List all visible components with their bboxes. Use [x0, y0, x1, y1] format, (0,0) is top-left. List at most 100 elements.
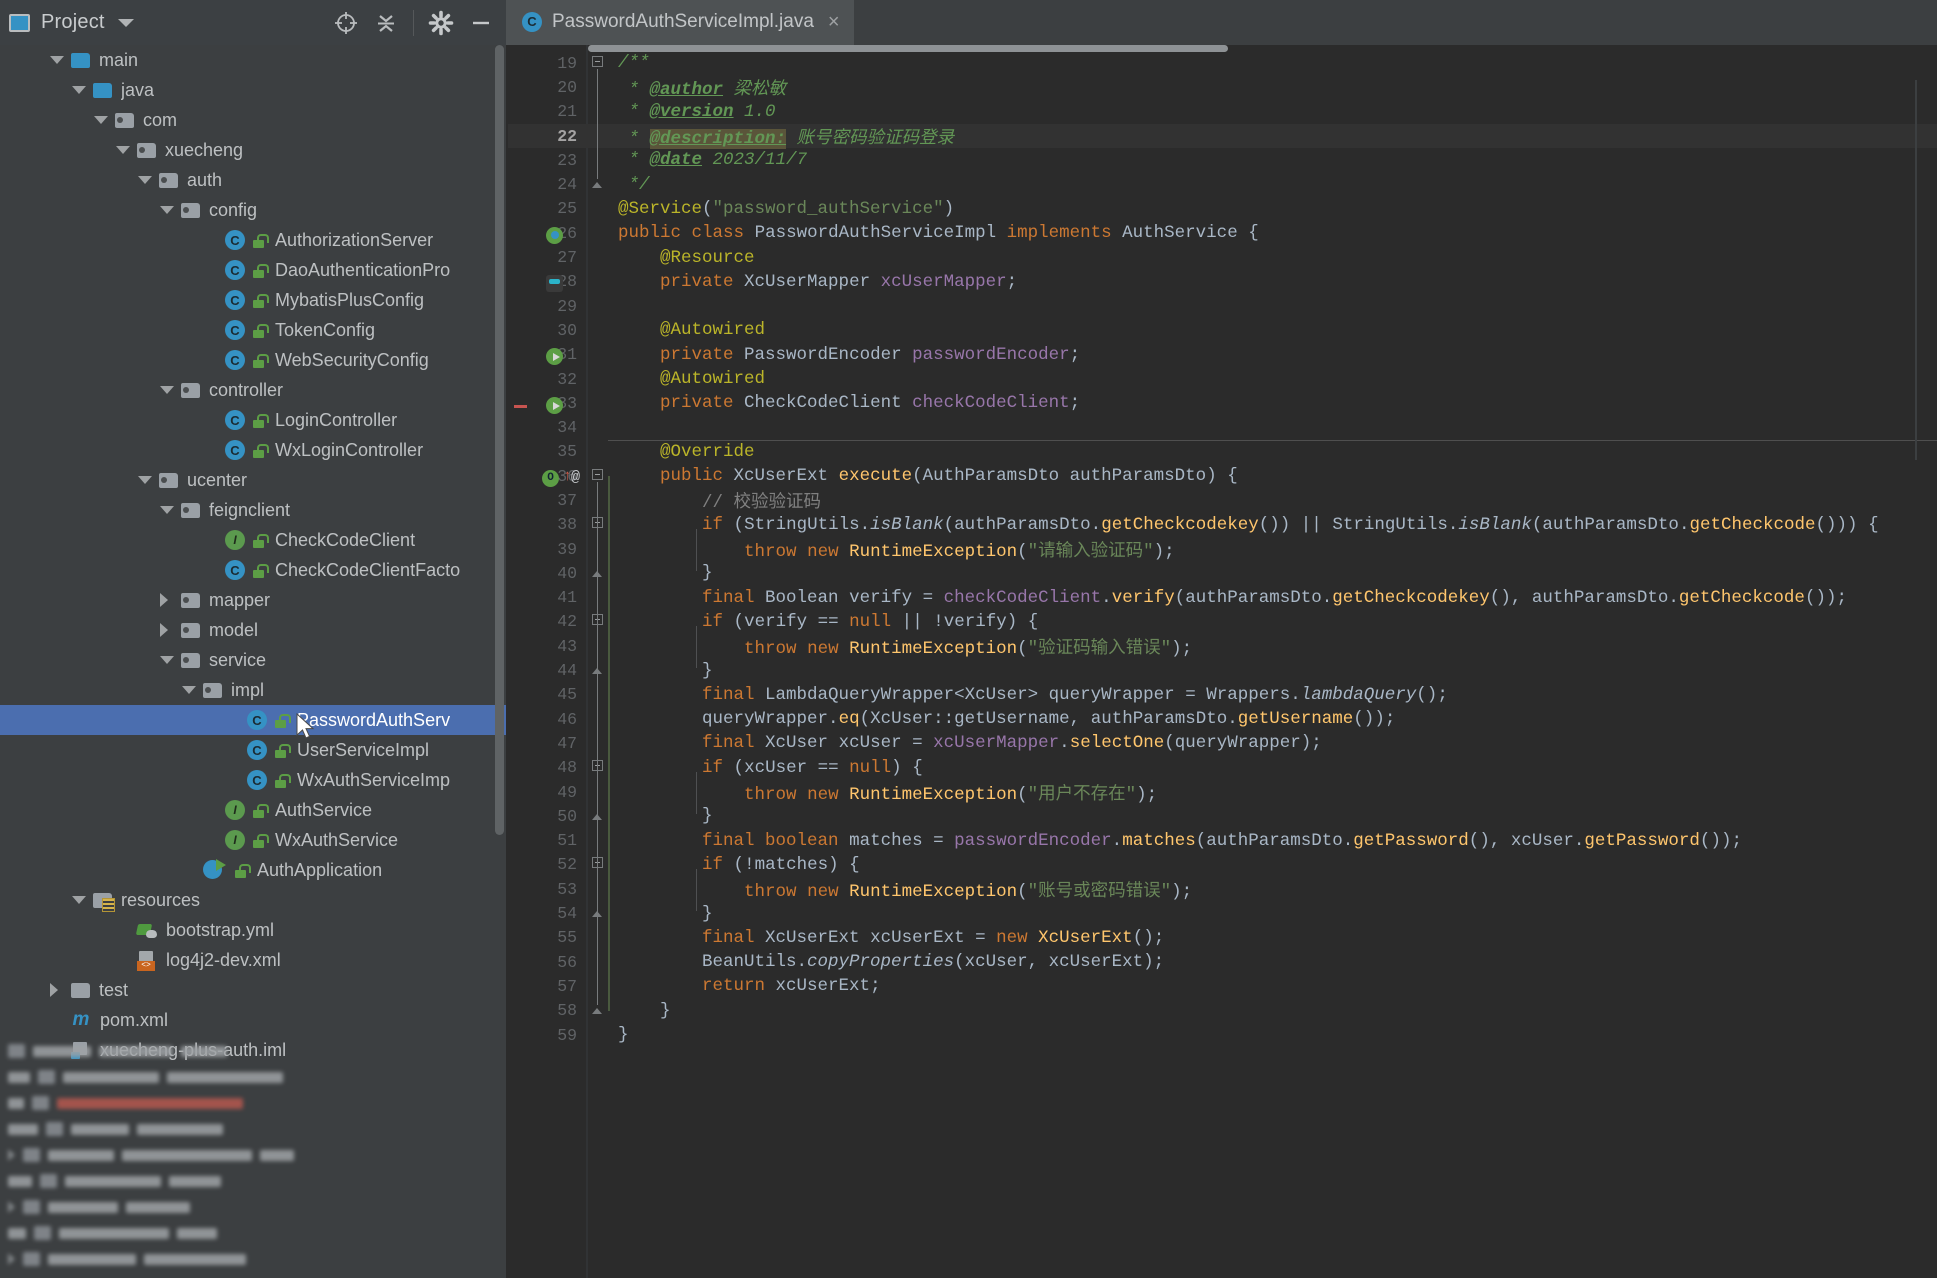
code-line-25[interactable]: 25 @Service("password_authService") — [508, 197, 1937, 221]
annotation-gutter-icon[interactable]: @ — [571, 469, 580, 486]
tree-row-pwdauth[interactable]: C PasswordAuthServ — [0, 705, 506, 735]
chevron-down-icon[interactable] — [160, 656, 174, 664]
tree-row-feignclient[interactable]: feignclient — [0, 495, 506, 525]
spring-bean-icon[interactable] — [546, 226, 563, 244]
tree-row-log4j2[interactable]: log4j2-dev.xml — [0, 945, 506, 975]
code-line-39[interactable]: 39 throw new RuntimeException("请输入验证码"); — [508, 537, 1937, 562]
chevron-down-icon[interactable] — [94, 116, 108, 124]
code-line-33[interactable]: 33 private CheckCodeClient checkCodeClie… — [508, 391, 1937, 415]
chevron-right-icon[interactable] — [160, 593, 168, 607]
fold-collapse-icon[interactable] — [591, 468, 603, 480]
tree-row-userimpl[interactable]: C UserServiceImpl — [0, 735, 506, 765]
tree-row-mybatis[interactable]: C MybatisPlusConfig — [0, 285, 506, 315]
chevron-down-icon[interactable] — [138, 176, 152, 184]
project-toolwindow-header[interactable]: Project — [0, 0, 506, 45]
editor-tab[interactable]: C PasswordAuthServiceImpl.java × — [506, 0, 854, 45]
fold-collapse-icon[interactable] — [591, 55, 603, 67]
code-line-36[interactable]: 36 ↑ @ O public XcUserExt execute(AuthParam… — [508, 464, 1937, 488]
code-line-57[interactable]: 57 return xcUserExt; — [508, 974, 1937, 998]
code-line-32[interactable]: 32 @Autowired — [508, 367, 1937, 391]
gear-icon[interactable] — [421, 3, 461, 43]
tree-row-wxlogincon[interactable]: C WxLoginController — [0, 435, 506, 465]
tree-row-authapp[interactable]: AuthApplication — [0, 855, 506, 885]
tree-row-auth[interactable]: auth — [0, 165, 506, 195]
code-line-20[interactable]: 20 * @author 梁松敏 — [508, 75, 1937, 100]
collapse-all-icon[interactable] — [366, 3, 406, 43]
tree-row-controller[interactable]: controller — [0, 375, 506, 405]
code-line-43[interactable]: 43 throw new RuntimeException("验证码输入错误")… — [508, 634, 1937, 659]
chevron-down-icon[interactable] — [160, 206, 174, 214]
tree-row-bootstrap[interactable]: bootstrap.yml — [0, 915, 506, 945]
tree-row-authservice[interactable]: I AuthService — [0, 795, 506, 825]
tree-row-main[interactable]: main — [0, 45, 506, 75]
code-folding-marker[interactable] — [586, 177, 608, 192]
chevron-right-icon[interactable] — [160, 623, 168, 637]
code-line-29[interactable]: 29 — [508, 294, 1937, 318]
tree-row-service[interactable]: service — [0, 645, 506, 675]
chevron-down-icon[interactable] — [160, 386, 174, 394]
code-line-47[interactable]: 47 final XcUser xcUser = xcUserMapper.se… — [508, 731, 1937, 755]
tree-vertical-scrollbar[interactable] — [495, 45, 504, 835]
tree-row-impl[interactable]: impl — [0, 675, 506, 705]
code-line-22[interactable]: 22 * @description: 账号密码验证码登录 — [508, 123, 1937, 149]
code-line-19[interactable]: 19 /** — [508, 51, 1937, 75]
code-line-42[interactable]: 42 if (verify == null || !verify) { — [508, 610, 1937, 634]
tree-row-model[interactable]: model — [0, 615, 506, 645]
mybatis-mapper-icon[interactable] — [546, 275, 563, 293]
code-line-48[interactable]: 48 if (xcUser == null) { — [508, 756, 1937, 780]
project-tree-panel[interactable]: main java com xuecheng auth config C Authorizat… — [0, 45, 506, 1278]
fold-end-icon[interactable] — [592, 182, 602, 189]
code-line-52[interactable]: 52 if (!matches) { — [508, 853, 1937, 877]
code-line-21[interactable]: 21 * @version 1.0 — [508, 100, 1937, 124]
tree-row-checkcode[interactable]: I CheckCodeClient — [0, 525, 506, 555]
minimize-icon[interactable] — [461, 3, 501, 43]
chevron-down-icon[interactable] — [138, 476, 152, 484]
code-line-38[interactable]: 38 if (StringUtils.isBlank(authParamsDto… — [508, 513, 1937, 537]
tree-row-pom[interactable]: m pom.xml — [0, 1005, 506, 1035]
code-line-44[interactable]: 44 } — [508, 658, 1937, 682]
fold-end-icon[interactable] — [592, 1008, 602, 1015]
code-line-28[interactable]: 28 private XcUserMapper xcUserMapper; — [508, 270, 1937, 294]
code-line-35[interactable]: 35 @Override — [508, 440, 1937, 464]
locate-icon[interactable] — [326, 3, 366, 43]
code-editor[interactable]: 19/** 20 * @author 梁松敏 21 * @version 1.0 22… — [508, 45, 1937, 1278]
chevron-down-icon[interactable] — [182, 686, 196, 694]
code-line-37[interactable]: 37 // 校验验证码 — [508, 488, 1937, 513]
tree-row-com[interactable]: com — [0, 105, 506, 135]
code-line-51[interactable]: 51 final boolean matches = passwordEncod… — [508, 829, 1937, 853]
chevron-down-icon[interactable] — [160, 506, 174, 514]
tree-row-authzserver[interactable]: C AuthorizationServer — [0, 225, 506, 255]
close-icon[interactable]: × — [828, 12, 840, 32]
code-line-26[interactable]: 26 public class PasswordAuthServiceImpl i… — [508, 221, 1937, 245]
code-line-46[interactable]: 46 queryWrapper.eq(XcUser::getUsername, … — [508, 707, 1937, 731]
tree-row-wxauthimpl[interactable]: C WxAuthServiceImp — [0, 765, 506, 795]
code-line-53[interactable]: 53 throw new RuntimeException("账号或密码错误")… — [508, 877, 1937, 902]
code-line-40[interactable]: 40 } — [508, 561, 1937, 585]
chevron-right-icon[interactable] — [50, 983, 58, 997]
tree-row-resources[interactable]: resources — [0, 885, 506, 915]
tree-row-xuecheng[interactable]: xuecheng — [0, 135, 506, 165]
tree-row-daoauth[interactable]: C DaoAuthenticationPro — [0, 255, 506, 285]
code-line-59[interactable]: 59} — [508, 1023, 1937, 1047]
chevron-down-icon[interactable] — [117, 18, 134, 27]
spring-navigate-icon[interactable] — [546, 396, 563, 414]
code-line-30[interactable]: 30 @Autowired — [508, 318, 1937, 342]
code-line-23[interactable]: 23 * @date 2023/11/7 — [508, 148, 1937, 172]
code-line-45[interactable]: 45 final LambdaQueryWrapper<XcUser> quer… — [508, 683, 1937, 707]
chevron-down-icon[interactable] — [50, 56, 64, 64]
tree-row-java[interactable]: java — [0, 75, 506, 105]
chevron-down-icon[interactable] — [72, 896, 86, 904]
spring-navigate-icon[interactable] — [546, 348, 563, 366]
tree-row-ucenter[interactable]: ucenter — [0, 465, 506, 495]
tree-row-tokencfg[interactable]: C TokenConfig — [0, 315, 506, 345]
tree-row-mapper[interactable]: mapper — [0, 585, 506, 615]
implementing-method-icon[interactable]: O — [542, 469, 559, 487]
code-line-34[interactable]: 34 — [508, 415, 1937, 439]
code-line-58[interactable]: 58 } — [508, 999, 1937, 1023]
code-line-31[interactable]: 31 private PasswordEncoder passwordEncod… — [508, 343, 1937, 367]
code-line-50[interactable]: 50 } — [508, 804, 1937, 828]
code-line-41[interactable]: 41 final Boolean verify = checkCodeClien… — [508, 586, 1937, 610]
tree-row-wxauthsvc[interactable]: I WxAuthService — [0, 825, 506, 855]
tree-row-test[interactable]: test — [0, 975, 506, 1005]
tree-row-websec[interactable]: C WebSecurityConfig — [0, 345, 506, 375]
